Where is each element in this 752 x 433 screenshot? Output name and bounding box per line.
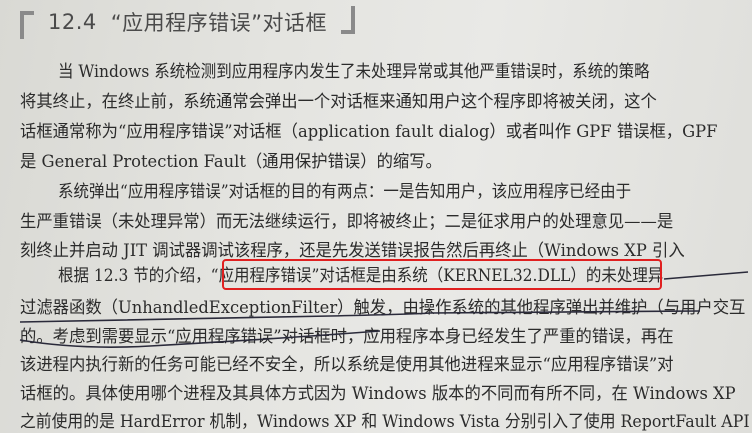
pen-underline-marks bbox=[19, 271, 749, 348]
book-page: 12.4 “应用程序错误”对话框 当 Windows 系统检测到应用程序内发生了… bbox=[0, 0, 752, 433]
